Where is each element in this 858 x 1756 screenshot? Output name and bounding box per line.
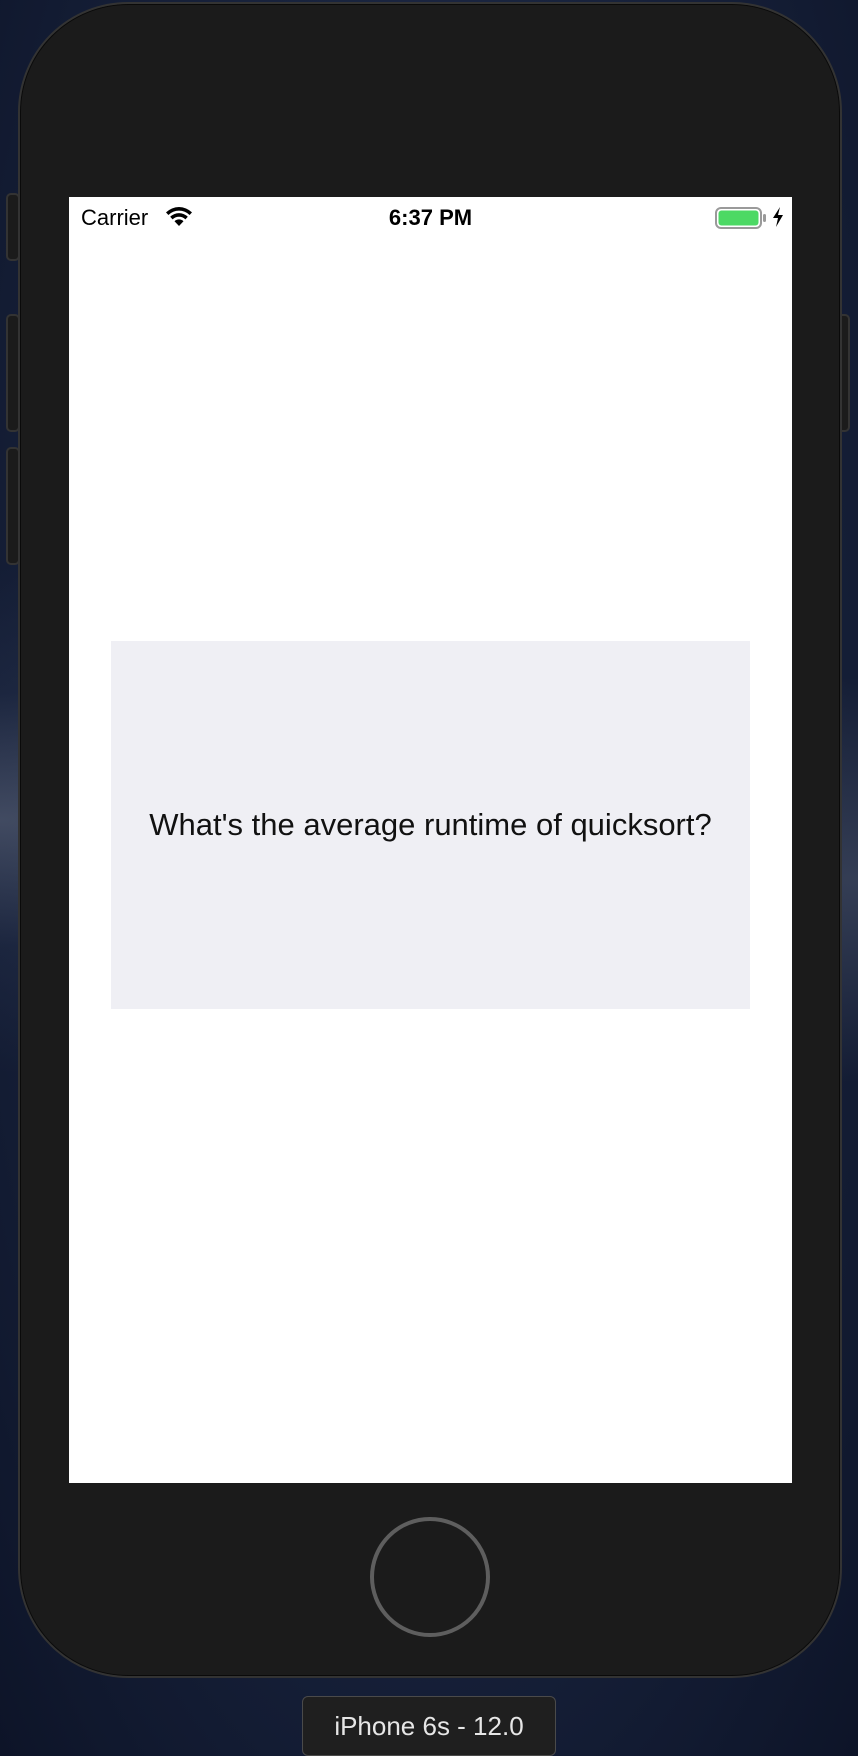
flashcard-question: What's the average runtime of quicksort? — [149, 807, 712, 842]
status-time: 6:37 PM — [388, 205, 473, 230]
simulator-device-label: iPhone 6s - 12.0 — [302, 1696, 556, 1756]
flashcard[interactable]: What's the average runtime of quicksort? — [111, 641, 750, 1009]
device-screen: Carrier 6:37 PM What's the average runti… — [69, 197, 792, 1483]
battery-icon — [715, 207, 766, 229]
home-button[interactable] — [370, 1517, 490, 1637]
status-bar: Carrier 6:37 PM — [69, 197, 792, 237]
charging-bolt-icon — [773, 207, 783, 227]
